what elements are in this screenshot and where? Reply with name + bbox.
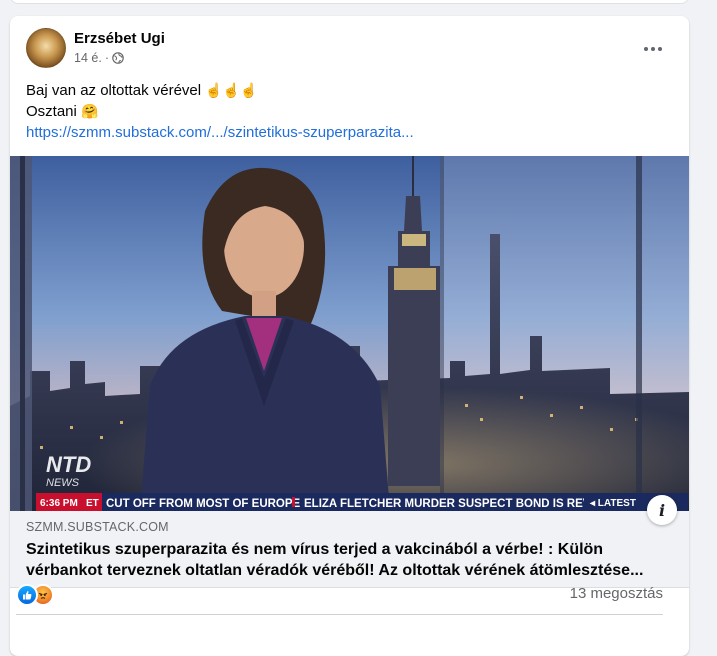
previous-post-card-edge — [10, 0, 689, 4]
news-anchor-scene: NTD NEWS 6:36 PM ET CUT OFF FROM MOST OF… — [10, 156, 689, 511]
preview-domain: SZMM.SUBSTACK.COM — [26, 520, 169, 534]
more-options-button[interactable] — [638, 34, 668, 64]
post-text-line-1: Baj van az oltottak vérével ☝️☝️☝️ — [26, 80, 666, 101]
shares-count[interactable]: 13 megosztás — [570, 585, 663, 602]
ticker-timezone: ET — [86, 498, 99, 509]
post-text-line-2: Osztani 🤗 — [26, 101, 666, 122]
link-preview-image[interactable]: NTD NEWS 6:36 PM ET CUT OFF FROM MOST OF… — [10, 156, 689, 511]
thumbs-up-icon — [23, 591, 32, 600]
ticker-headline-1: CUT OFF FROM MOST OF EUROPE — [106, 498, 301, 510]
ntd-logo-bottom: NEWS — [46, 477, 80, 489]
post-meta: 14 é. · — [74, 51, 124, 65]
more-options-icon — [644, 47, 648, 51]
action-divider — [16, 614, 663, 615]
ticker-time: 6:36 PM — [40, 498, 78, 509]
more-options-dot — [651, 47, 655, 51]
avatar[interactable] — [26, 28, 66, 68]
reactions-bar: 13 megosztás — [16, 582, 663, 606]
angry-face-icon — [38, 593, 48, 599]
author-name[interactable]: Erzsébet Ugi — [74, 30, 165, 47]
info-button[interactable]: i — [647, 495, 677, 525]
like-icon[interactable] — [16, 584, 38, 606]
more-options-dot — [658, 47, 662, 51]
post-time[interactable]: 14 é. — [74, 51, 102, 65]
ticker-latest: ◂ LATEST — [589, 498, 636, 509]
post-text: Baj van az oltottak vérével ☝️☝️☝️ Oszta… — [26, 80, 666, 122]
feed-post: Erzsébet Ugi 14 é. · Baj van az oltottak… — [10, 16, 689, 656]
post-text-line-2-text: Osztani — [26, 103, 77, 120]
meta-separator: · — [104, 51, 109, 65]
globe-icon — [112, 52, 124, 64]
point-up-emoji: ☝️☝️☝️ — [205, 82, 258, 98]
hug-emoji: 🤗 — [81, 103, 99, 119]
post-text-line-1-text: Baj van az oltottak vérével — [26, 82, 202, 99]
post-link[interactable]: https://szmm.substack.com/.../szintetiku… — [26, 124, 414, 141]
preview-headline[interactable]: Szintetikus szuperparazita és nem vírus … — [26, 539, 666, 581]
link-preview-footer[interactable]: i SZMM.SUBSTACK.COM Szintetikus szuperpa… — [10, 495, 689, 588]
post-header: Erzsébet Ugi 14 é. · — [26, 28, 676, 70]
ticker-headline-2: ELIZA FLETCHER MURDER SUSPECT BOND IS RE… — [304, 498, 591, 510]
ntd-logo-top: NTD — [46, 452, 91, 477]
